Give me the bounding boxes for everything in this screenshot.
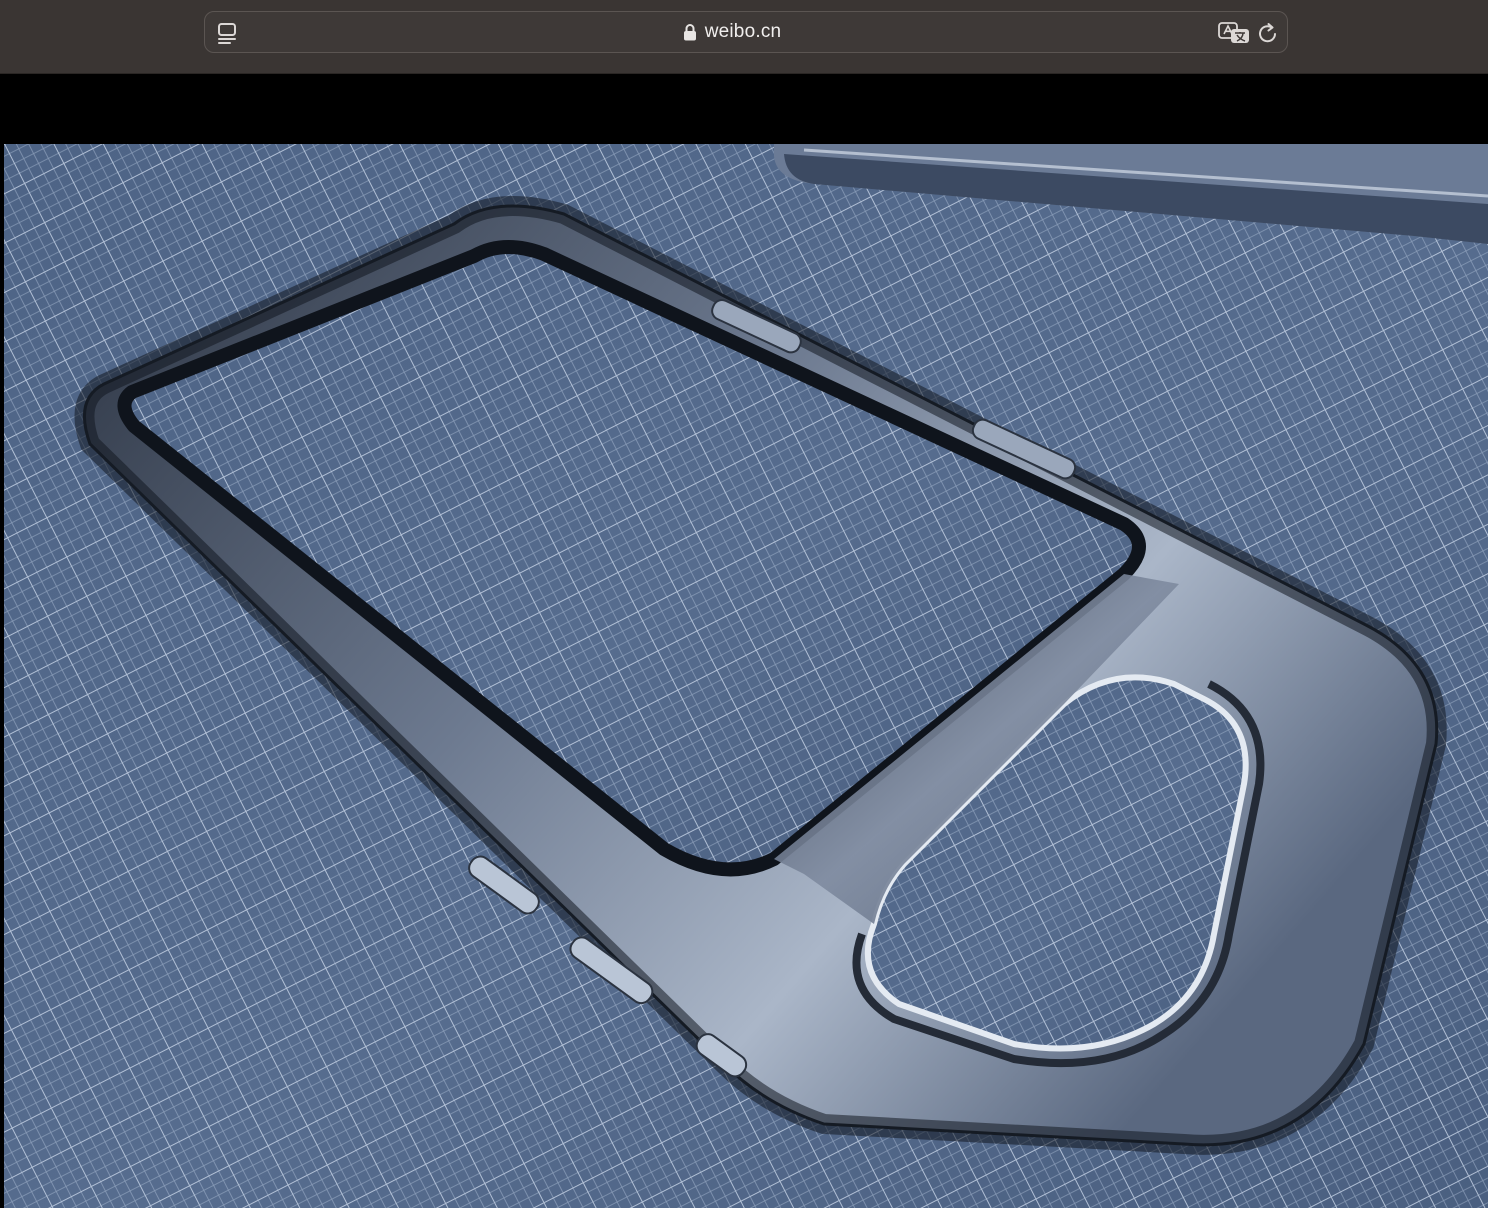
browser-toolbar: weibo.cn (0, 0, 1488, 74)
reload-icon[interactable] (1257, 21, 1279, 45)
phone-frame-photo (4, 144, 1488, 1208)
address-bar[interactable]: weibo.cn (204, 11, 1288, 53)
letterbox-band (0, 74, 1488, 144)
lock-icon (683, 23, 697, 41)
tab-overview-icon[interactable] (216, 21, 238, 45)
url-text: weibo.cn (704, 21, 782, 42)
translate-icon[interactable] (1217, 21, 1251, 45)
